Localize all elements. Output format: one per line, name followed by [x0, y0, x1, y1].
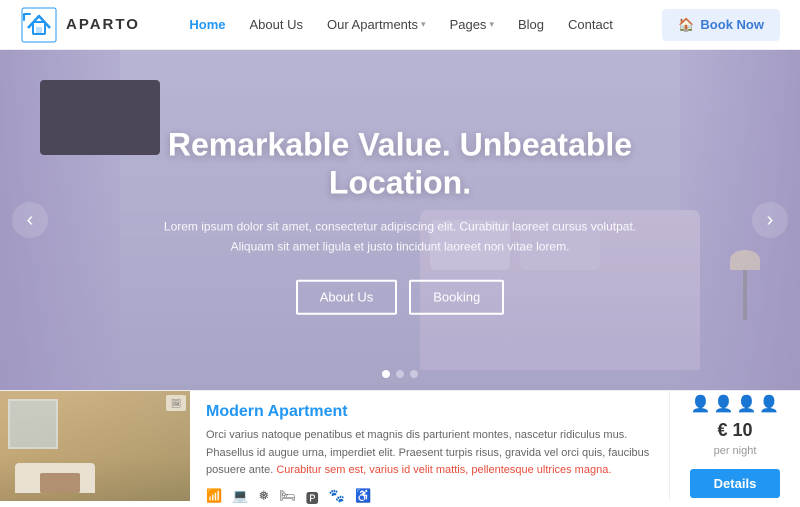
amenities-list: 📶 💻 ❅ 🛏 🅿 🐾 ♿ — [206, 488, 653, 507]
nav-contact[interactable]: Contact — [568, 17, 613, 32]
main-nav: Home About Us Our Apartments ▾ Pages ▾ B… — [189, 17, 612, 32]
logo[interactable]: APARTO — [20, 6, 140, 44]
price-amount: € 10 — [717, 420, 752, 441]
nav-apartments[interactable]: Our Apartments ▾ — [327, 17, 426, 32]
wifi-icon: 📶 — [206, 488, 222, 507]
hero-title: Remarkable Value. Unbeatable Location. — [150, 126, 650, 203]
property-image: 🖼 — [0, 391, 190, 501]
hero-dots — [382, 370, 418, 378]
logo-icon — [20, 6, 58, 44]
nav-home[interactable]: Home — [189, 17, 225, 32]
person-icon-4: 👤 — [759, 394, 779, 414]
details-button[interactable]: Details — [690, 469, 780, 498]
property-section: 🖼 Modern Apartment Orci varius natoque p… — [0, 390, 800, 500]
dot-2[interactable] — [396, 370, 404, 378]
hero-buttons: About Us Booking — [150, 279, 650, 314]
nav-about[interactable]: About Us — [250, 17, 303, 32]
home-icon: 🏠 — [678, 17, 694, 33]
image-gallery-icon[interactable]: 🖼 — [166, 395, 186, 411]
hero-booking-button[interactable]: Booking — [409, 279, 504, 314]
nav-pages[interactable]: Pages ▾ — [450, 17, 494, 32]
book-now-button[interactable]: 🏠 Book Now — [662, 9, 780, 41]
hero-about-button[interactable]: About Us — [296, 279, 397, 314]
person-icon-1: 👤 — [691, 394, 711, 414]
property-name: Modern Apartment — [206, 403, 653, 421]
person-icon-3: 👤 — [737, 394, 757, 414]
pet-icon: 🐾 — [329, 488, 345, 507]
bed-icon: 🛏 — [279, 488, 296, 507]
pages-chevron-icon: ▾ — [489, 19, 494, 30]
table-decoration — [40, 473, 80, 493]
price-per-night: per night — [714, 445, 757, 457]
nav-blog[interactable]: Blog — [518, 17, 544, 32]
dot-3[interactable] — [410, 370, 418, 378]
description-highlight: Curabitur sem est, varius id velit matti… — [276, 464, 611, 476]
property-price-panel: 👤 👤 👤 👤 € 10 per night Details — [670, 391, 800, 500]
apartments-chevron-icon: ▾ — [421, 19, 426, 30]
tv-icon: 💻 — [232, 488, 248, 507]
dot-1[interactable] — [382, 370, 390, 378]
parking-icon: 🅿 — [306, 488, 319, 507]
window-decoration — [8, 399, 58, 449]
hero-section: ‹ › Remarkable Value. Unbeatable Locatio… — [0, 50, 800, 390]
property-description: Orci varius natoque penatibus et magnis … — [206, 427, 653, 480]
logo-text: APARTO — [66, 16, 140, 33]
hero-subtitle: Lorem ipsum dolor sit amet, consectetur … — [150, 217, 650, 258]
hero-prev-button[interactable]: ‹ — [12, 202, 48, 238]
person-icon-2: 👤 — [714, 394, 734, 414]
hero-content: Remarkable Value. Unbeatable Location. L… — [150, 126, 650, 315]
ac-icon: ❅ — [258, 488, 269, 507]
header: APARTO Home About Us Our Apartments ▾ Pa… — [0, 0, 800, 50]
accessible-icon: ♿ — [355, 488, 371, 507]
property-info: Modern Apartment Orci varius natoque pen… — [190, 391, 670, 500]
hero-next-button[interactable]: › — [752, 202, 788, 238]
occupancy-icons: 👤 👤 👤 👤 — [691, 394, 780, 414]
